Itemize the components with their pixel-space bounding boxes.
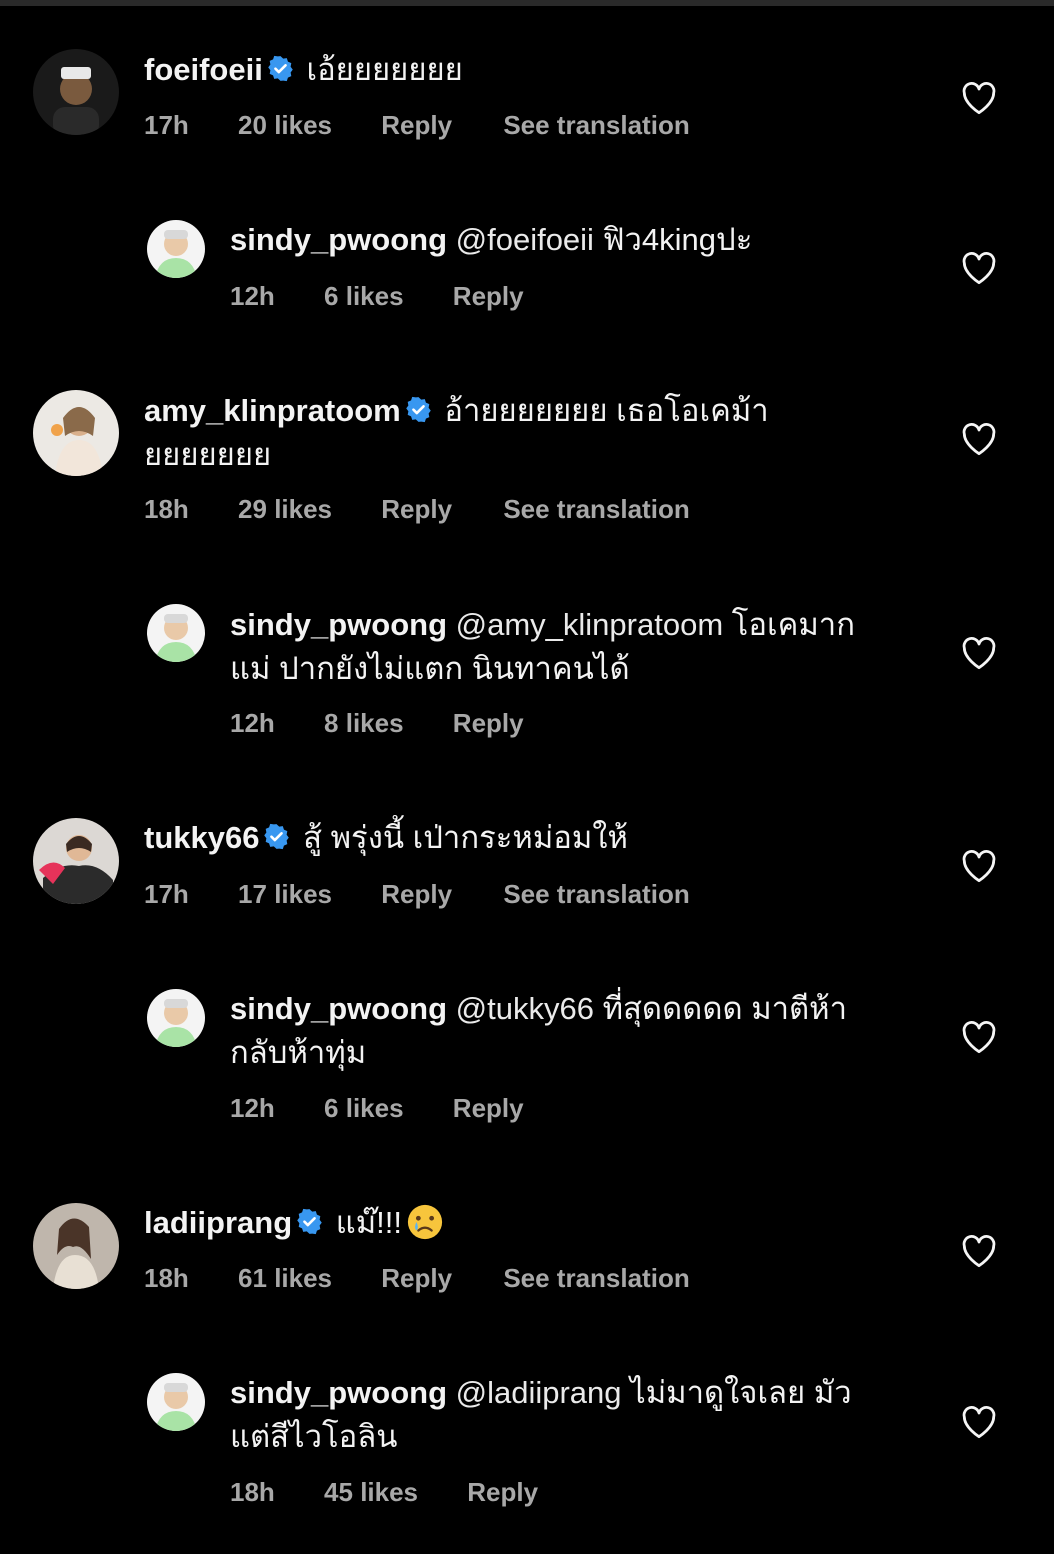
reply-button[interactable]: Reply: [381, 494, 452, 525]
heart-outline-icon[interactable]: [960, 849, 998, 883]
reply-button[interactable]: Reply: [453, 281, 524, 312]
see-translation-button[interactable]: See translation: [503, 110, 689, 141]
reply-button[interactable]: Reply: [453, 1093, 524, 1124]
reply-button[interactable]: Reply: [381, 879, 452, 910]
reply-button[interactable]: Reply: [381, 1263, 452, 1294]
verified-badge-icon: [405, 396, 431, 423]
comment-text: ที่สุดดดดด มาตีห้า: [602, 991, 848, 1026]
timestamp: 12h: [230, 281, 275, 311]
comment-body: ladiiprang แม๊!!!: [144, 1201, 824, 1245]
verified-badge-icon: [297, 1208, 322, 1235]
comment-meta: 18h 61 likes Reply See translation: [144, 1263, 690, 1294]
comment-text: ไม่มาดูใจเลย มัว: [630, 1375, 852, 1410]
comment-text: อ้ายยยยยยย เธอโอเคม้า: [444, 393, 769, 428]
username[interactable]: sindy_pwoong: [230, 991, 447, 1026]
username[interactable]: amy_klinpratoom: [144, 393, 401, 428]
heart-outline-icon[interactable]: [960, 81, 998, 115]
verified-badge-icon: [264, 823, 290, 850]
reply-button[interactable]: Reply: [467, 1477, 538, 1508]
comment-text: แม๊!!!: [335, 1205, 403, 1240]
timestamp: 18h: [230, 1477, 275, 1507]
timestamp: 17h: [144, 110, 189, 140]
timestamp: 18h: [144, 1263, 189, 1293]
heart-outline-icon[interactable]: [960, 636, 998, 670]
avatar-sindy-pwoong[interactable]: [147, 604, 205, 662]
likes-count[interactable]: 6 likes: [324, 281, 404, 312]
see-translation-button[interactable]: See translation: [503, 1263, 689, 1294]
see-translation-button[interactable]: See translation: [503, 879, 689, 910]
likes-count[interactable]: 45 likes: [324, 1477, 418, 1508]
mention-link[interactable]: @ladiiprang: [456, 1375, 622, 1410]
username[interactable]: tukky66: [144, 820, 259, 855]
likes-count[interactable]: 17 likes: [238, 879, 332, 910]
likes-count[interactable]: 29 likes: [238, 494, 332, 525]
avatar-tukky66[interactable]: [33, 818, 119, 904]
avatar-ladiiprang[interactable]: [33, 1203, 119, 1289]
likes-count[interactable]: 8 likes: [324, 708, 404, 739]
username[interactable]: ladiiprang: [144, 1205, 292, 1240]
mention-link[interactable]: @foeifoeii: [456, 222, 594, 257]
mention-link[interactable]: @amy_klinpratoom: [456, 607, 724, 642]
comment-text: เอ้ยยยยยยย: [306, 52, 463, 87]
timestamp: 12h: [230, 1093, 275, 1123]
avatar-sindy-pwoong[interactable]: [147, 989, 205, 1047]
avatar-amy-klinpratoom[interactable]: [33, 390, 119, 476]
verified-badge-icon: [268, 55, 293, 82]
comment-body: amy_klinpratoom อ้ายยยยยยย เธอโอเคม้า ยย…: [144, 389, 824, 477]
mention-link[interactable]: @tukky66: [456, 991, 594, 1026]
timestamp: 18h: [144, 494, 189, 524]
comment-text-cont: แต่สีไวโอลิน: [230, 1419, 398, 1454]
timestamp: 12h: [230, 708, 275, 738]
comment-meta: 17h 17 likes Reply See translation: [144, 879, 690, 910]
comment-meta: 12h 6 likes Reply: [230, 1093, 524, 1124]
comment-body: sindy_pwoong @ladiiprang ไม่มาดูใจเลย มั…: [230, 1371, 910, 1459]
heart-outline-icon[interactable]: [960, 1405, 998, 1439]
comment-meta: 18h 29 likes Reply See translation: [144, 494, 690, 525]
likes-count[interactable]: 61 likes: [238, 1263, 332, 1294]
reply-button[interactable]: Reply: [453, 708, 524, 739]
username[interactable]: sindy_pwoong: [230, 1375, 447, 1410]
comment-text: โอเคมาก: [731, 607, 855, 642]
comment-text-cont: แม่ ปากยังไม่แตก นินทาคนได้: [230, 651, 630, 686]
comment-meta: 18h 45 likes Reply: [230, 1477, 538, 1508]
comment-meta: 12h 8 likes Reply: [230, 708, 524, 739]
crying-face-emoji: [407, 1204, 443, 1240]
username[interactable]: sindy_pwoong: [230, 222, 447, 257]
comment-body: sindy_pwoong @foeifoeii ฟิว4kingปะ: [230, 218, 910, 262]
comment-text: สู้ พรุ่งนี้ เป่ากระหม่อมให้: [303, 820, 628, 855]
heart-outline-icon[interactable]: [960, 251, 998, 285]
avatar-sindy-pwoong[interactable]: [147, 220, 205, 278]
username[interactable]: sindy_pwoong: [230, 607, 447, 642]
heart-outline-icon[interactable]: [960, 1020, 998, 1054]
heart-outline-icon[interactable]: [960, 422, 998, 456]
comment-body: foeifoeii เอ้ยยยยยยย: [144, 48, 824, 92]
top-divider: [0, 0, 1054, 6]
comment-body: sindy_pwoong @amy_klinpratoom โอเคมาก แม…: [230, 603, 910, 691]
likes-count[interactable]: 20 likes: [238, 110, 332, 141]
comment-text-cont: กลับห้าทุ่ม: [230, 1035, 367, 1070]
timestamp: 17h: [144, 879, 189, 909]
comment-body: tukky66 สู้ พรุ่งนี้ เป่ากระหม่อมให้: [144, 816, 824, 860]
see-translation-button[interactable]: See translation: [503, 494, 689, 525]
likes-count[interactable]: 6 likes: [324, 1093, 404, 1124]
avatar-foeifoeii[interactable]: [33, 49, 119, 135]
reply-button[interactable]: Reply: [381, 110, 452, 141]
comment-meta: 17h 20 likes Reply See translation: [144, 110, 690, 141]
comment-meta: 12h 6 likes Reply: [230, 281, 524, 312]
comment-text-cont: ยยยยยยย: [144, 437, 272, 472]
avatar-sindy-pwoong[interactable]: [147, 1373, 205, 1431]
comment-text: ฟิว4kingปะ: [602, 222, 753, 257]
heart-outline-icon[interactable]: [960, 1234, 998, 1268]
username[interactable]: foeifoeii: [144, 52, 263, 87]
comment-body: sindy_pwoong @tukky66 ที่สุดดดดด มาตีห้า…: [230, 987, 910, 1075]
